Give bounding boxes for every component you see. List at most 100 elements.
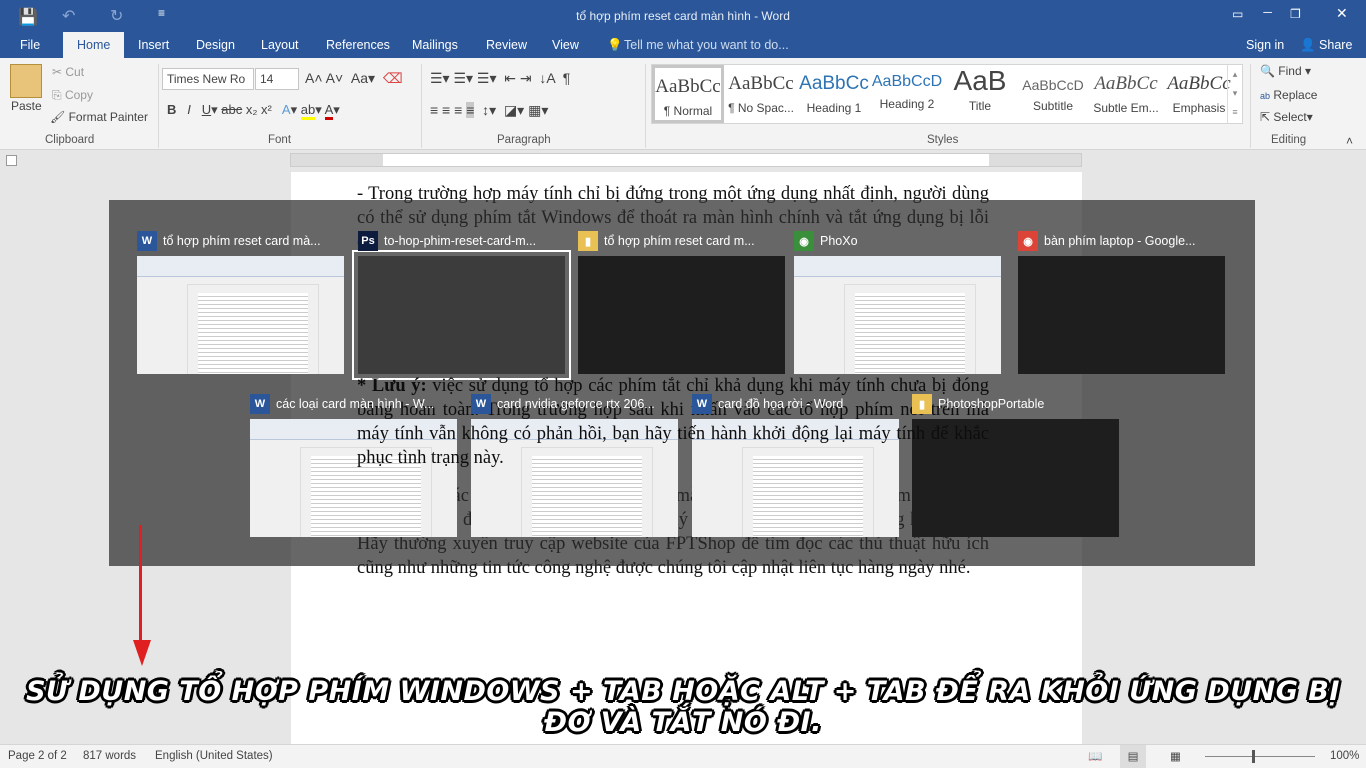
switcher-window-title: các loại card màn hình - W... [276,397,435,411]
find-label: Find [1278,64,1302,78]
style-heading-1[interactable]: AaBbCc Heading 1 [798,65,870,123]
font-name-select[interactable]: Times New Ro [162,68,254,90]
lightbulb-icon: 💡 [607,38,623,52]
font-group-label: Font [268,134,292,146]
switcher-window-header: Ps to-hop-phim-reset-card-m... [358,226,568,256]
window-thumbnail[interactable] [794,256,1001,374]
switcher-window[interactable]: ◉ PhoXo [794,226,1004,374]
read-mode-icon[interactable]: 📖 [1088,749,1102,763]
tab-home[interactable]: Home [63,32,125,58]
switcher-window[interactable]: Wtổ hợp phím reset card mà... [137,226,347,374]
style-title[interactable]: AaB Title [944,65,1016,123]
tab-file[interactable]: File [20,38,40,52]
tab-review[interactable]: Review [486,38,527,52]
minimize-button[interactable]: ─ [1250,5,1272,19]
annotation-caption: Sử dụng tổ hợp phím Windows + Tab hoặc A… [26,676,1340,738]
maximize-button[interactable]: ❐ [1290,7,1301,21]
paragraph-group-label: Paragraph [497,134,551,146]
switcher-window-title: tổ hợp phím reset card mà... [163,234,321,248]
tab-insert[interactable]: Insert [138,38,169,52]
switcher-window[interactable]: Ps to-hop-phim-reset-card-m... [352,226,571,380]
word-count[interactable]: 817 words [83,750,136,762]
switcher-window-header: ◉ bàn phím laptop - Google... [1018,226,1228,256]
style-normal[interactable]: AaBbCc ¶ Normal [652,65,724,123]
share-button[interactable]: 👤 Share [1300,38,1352,53]
clipboard-group-label: Clipboard [45,134,95,146]
style-subtle-emphasis[interactable]: AaBbCc Subtle Em... [1090,65,1162,123]
switcher-window-title: PhotoshopPortable [938,397,1045,411]
explorer-icon: ▮ [912,394,932,414]
ribbon-tabs: File Home Insert Design Layout Reference… [0,32,1366,58]
style-subtitle[interactable]: AaBbCcD Subtitle [1017,65,1089,123]
page-count[interactable]: Page 2 of 2 [8,750,67,762]
ribbon-options-icon[interactable]: ▭ [1232,7,1243,21]
find-button[interactable]: 🔍 Find ▾ [1260,64,1311,78]
copy-label: Copy [64,88,93,102]
switcher-window-title: card đồ họa rời - Word [718,397,844,411]
paste-button[interactable]: Paste [11,99,42,113]
tab-design[interactable]: Design [196,38,235,52]
ruler[interactable] [290,153,1082,167]
font-format-buttons[interactable]: B I U▾ abc x₂ x² A▾ ab▾ A▾ [167,102,340,120]
window-thumbnail[interactable] [1018,256,1225,374]
close-button[interactable]: ✕ [1336,5,1348,22]
styles-scroll[interactable]: ▴ ▾ ≡ [1227,65,1242,123]
replace-button[interactable]: ab Replace [1260,88,1317,102]
cut-label: Cut [65,65,85,79]
zoom-slider[interactable] [1205,756,1315,757]
style-heading-2[interactable]: AaBbCcD Heading 2 [871,65,943,123]
word-icon: W [250,394,270,414]
format-painter-label: Format Painter [68,110,148,124]
web-layout-icon[interactable]: ▦ [1170,749,1181,763]
window-thumbnail[interactable] [578,256,785,374]
tab-selector[interactable] [6,155,17,166]
window-thumbnail[interactable] [352,250,571,380]
status-bar: Page 2 of 2 817 words English (United St… [0,744,1366,768]
chrome-icon: ◉ [1018,231,1038,251]
phoxo-icon: ◉ [794,231,814,251]
zoom-level[interactable]: 100% [1330,750,1359,762]
tab-mailings[interactable]: Mailings [412,38,458,52]
switcher-window-title: PhoXo [820,234,858,248]
switcher-window-title: bàn phím laptop - Google... [1044,234,1196,248]
tab-references[interactable]: References [326,38,390,52]
style-no-spacing[interactable]: AaBbCc ¶ No Spac... [725,65,797,123]
list-buttons[interactable]: ☰▾ ☰▾ ☰▾ ⇤ ⇥ ↓A ¶ [430,70,570,87]
window-thumbnail[interactable] [137,256,344,374]
language[interactable]: English (United States) [155,750,273,762]
tab-view[interactable]: View [552,38,579,52]
share-label: Share [1319,38,1353,52]
tab-layout[interactable]: Layout [261,38,299,52]
format-painter-button[interactable]: 🖌 Format Painter [50,110,148,124]
title-bar: 💾 ↶ ↻ ≡ tổ hợp phím reset card màn hình … [0,0,1366,32]
font-size-buttons[interactable]: A˄ A˅ Aa▾ ⌫ [305,70,403,87]
switcher-window-title: card nvidia geforce rtx 206... [497,397,655,411]
switcher-window-title: tổ hợp phím reset card m... [604,234,755,248]
font-size-select[interactable]: 14 [255,68,299,90]
window-title: tổ hợp phím reset card màn hình - Word [576,9,790,23]
switcher-window-header: Wtổ hợp phím reset card mà... [137,226,347,256]
switcher-window-title: to-hop-phim-reset-card-m... [384,234,537,248]
select-label: Select [1273,110,1307,124]
photoshop-icon: Ps [358,231,378,251]
tell-me-input[interactable]: Tell me what you want to do... [624,38,789,52]
editing-group-label: Editing [1271,134,1307,146]
ribbon: Paste ✂ Cut ⎘ Copy 🖌 Format Painter Clip… [0,58,1366,150]
switcher-window[interactable]: ▮ tổ hợp phím reset card m... [578,226,788,374]
sign-in-link[interactable]: Sign in [1246,38,1284,52]
style-emphasis[interactable]: AaBbCc Emphasis [1163,65,1235,123]
copy-button[interactable]: ⎘ Copy [52,88,93,103]
cut-button[interactable]: ✂ Cut [52,65,84,79]
switcher-window-header: ▮ tổ hợp phím reset card m... [578,226,788,256]
switcher-window-header: Wcard đồ họa rời - Word [692,389,902,419]
alignment-buttons[interactable]: ≡ ≡ ≡ ≡ ↕▾ ◪▾ ▦▾ [430,102,548,119]
styles-group-label: Styles [927,134,959,146]
switcher-window[interactable]: ◉ bàn phím laptop - Google... [1018,226,1228,374]
switcher-window-header: Wcác loại card màn hình - W... [250,389,460,419]
word-icon: W [471,394,491,414]
print-layout-icon[interactable]: ▤ [1120,745,1146,768]
zoom-slider-thumb[interactable] [1252,750,1255,763]
arrow-head-icon [133,640,151,666]
select-button[interactable]: ⇱ Select▾ [1260,110,1313,124]
collapse-ribbon-icon[interactable]: ˄ [1346,134,1353,148]
